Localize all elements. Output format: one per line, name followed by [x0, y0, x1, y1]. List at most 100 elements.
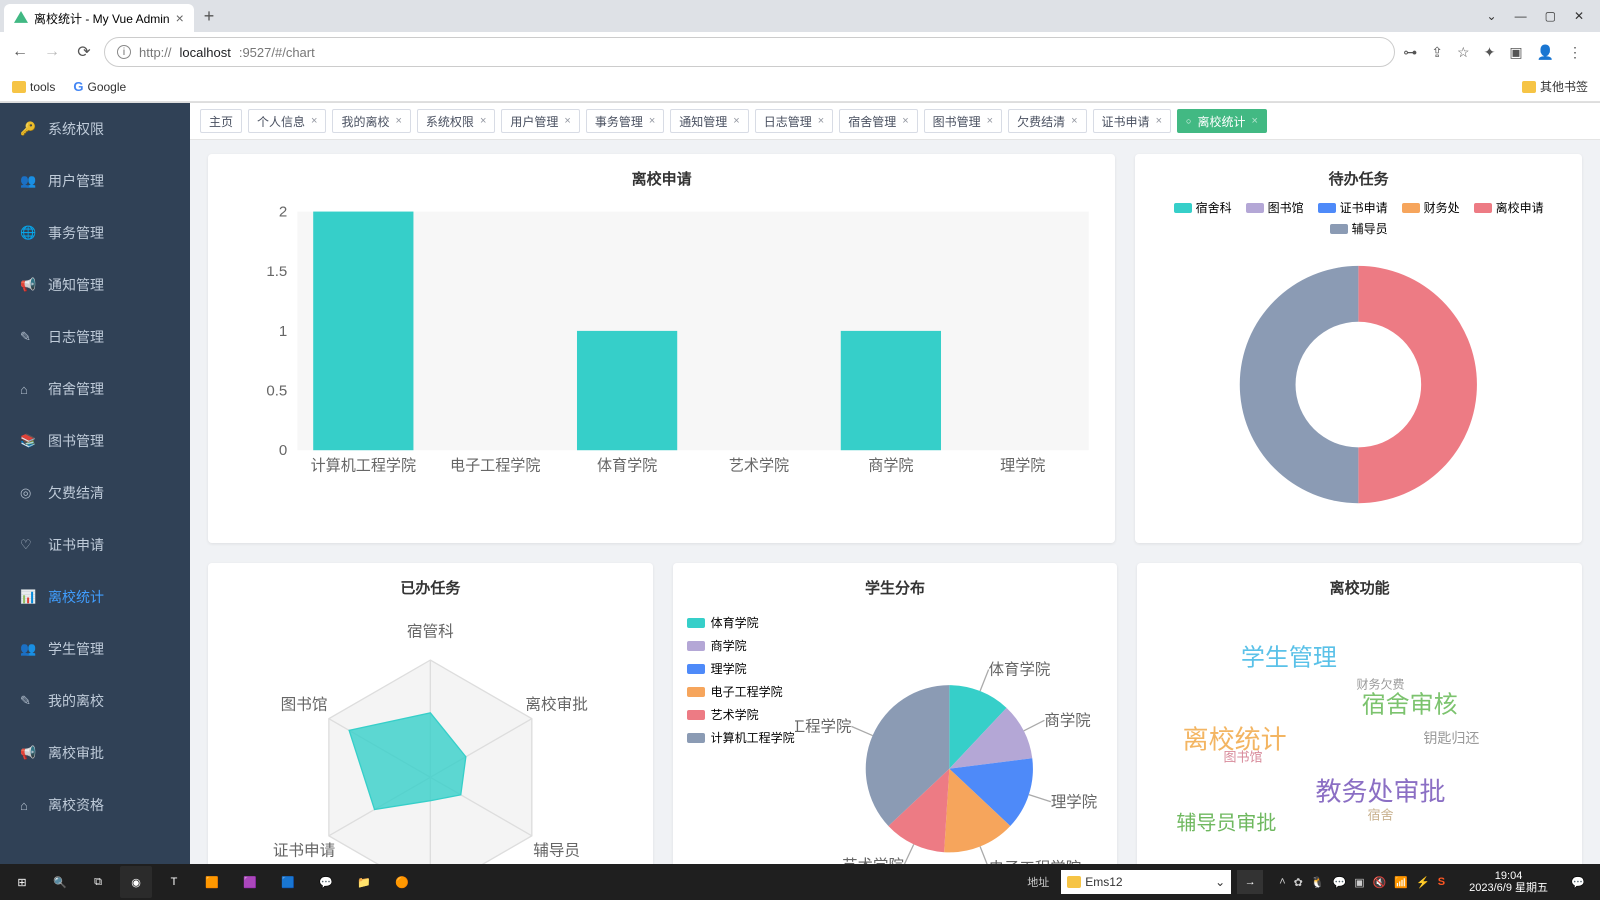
- legend-item[interactable]: 商学院: [687, 637, 795, 654]
- close-icon[interactable]: ✕: [1574, 9, 1584, 23]
- browser-tab[interactable]: 离校统计 - My Vue Admin ×: [4, 4, 194, 32]
- sidebar-item[interactable]: ✎我的离校: [0, 675, 190, 727]
- taskbar-addr-input[interactable]: Ems12 ⌄: [1061, 870, 1231, 894]
- page-tab[interactable]: 欠费结清×: [1008, 109, 1086, 133]
- sidebar-item[interactable]: 📊离校统计: [0, 571, 190, 623]
- chevron-up-icon[interactable]: ˄: [1279, 876, 1285, 888]
- system-tray[interactable]: ˄ ✿ 🐧 💬 ▣ 🔇 📶 ⚡ S: [1269, 876, 1455, 889]
- app-icon[interactable]: 🟦: [272, 866, 304, 898]
- legend-item[interactable]: 辅导员: [1330, 220, 1388, 237]
- wifi-icon[interactable]: 📶: [1394, 876, 1408, 889]
- share-icon[interactable]: ⇪: [1431, 44, 1443, 61]
- tray-icon[interactable]: ⚡: [1416, 876, 1430, 889]
- page-tab[interactable]: 事务管理×: [586, 109, 664, 133]
- app-icon[interactable]: 🟧: [196, 866, 228, 898]
- sidebar-item[interactable]: ✎日志管理: [0, 311, 190, 363]
- tab-close-icon[interactable]: ×: [987, 115, 993, 127]
- taskbar-clock[interactable]: 19:04 2023/6/9 星期五: [1461, 870, 1556, 894]
- legend-item[interactable]: 宿舍科: [1174, 199, 1232, 216]
- sidebar-item[interactable]: 🔑系统权限: [0, 103, 190, 155]
- dropdown-icon[interactable]: ⌄: [1487, 9, 1497, 23]
- sidebar-item[interactable]: 👥学生管理: [0, 623, 190, 675]
- sidebar-item[interactable]: ⌂宿舍管理: [0, 363, 190, 415]
- legend-item[interactable]: 财务处: [1402, 199, 1460, 216]
- reload-button[interactable]: ⟳: [72, 42, 96, 62]
- page-tab[interactable]: 系统权限×: [417, 109, 495, 133]
- bookmark-other[interactable]: 其他书签: [1522, 78, 1588, 95]
- bookmark-tools[interactable]: tools: [12, 80, 55, 94]
- legend-item[interactable]: 体育学院: [687, 614, 795, 631]
- page-tab[interactable]: 离校统计×: [1177, 109, 1267, 133]
- page-tab[interactable]: 证书申请×: [1093, 109, 1171, 133]
- new-tab-button[interactable]: +: [194, 6, 225, 27]
- page-tab[interactable]: 用户管理×: [501, 109, 579, 133]
- tab-close-icon[interactable]: ×: [902, 115, 908, 127]
- legend-item[interactable]: 离校申请: [1474, 199, 1544, 216]
- tab-close-icon[interactable]: ×: [480, 115, 486, 127]
- url-field[interactable]: i http://localhost:9527/#/chart: [104, 37, 1395, 67]
- tab-close-icon[interactable]: ×: [1156, 115, 1162, 127]
- tray-icon[interactable]: ▣: [1354, 876, 1364, 889]
- app-icon[interactable]: 🟠: [386, 866, 418, 898]
- tray-icon[interactable]: 🐧: [1311, 876, 1325, 889]
- tab-close-icon[interactable]: ×: [564, 115, 570, 127]
- app-icon[interactable]: 🟪: [234, 866, 266, 898]
- tab-close-icon[interactable]: ×: [176, 10, 184, 26]
- tray-icon[interactable]: ✿: [1294, 876, 1303, 889]
- sidebar-item[interactable]: ♡证书申请: [0, 519, 190, 571]
- tab-close-icon[interactable]: ×: [733, 115, 739, 127]
- sidebar-item[interactable]: ◎欠费结清: [0, 467, 190, 519]
- page-tab[interactable]: 日志管理×: [755, 109, 833, 133]
- profile-icon[interactable]: 👤: [1537, 44, 1554, 61]
- page-tab[interactable]: 个人信息×: [248, 109, 326, 133]
- forward-button[interactable]: →: [40, 43, 64, 61]
- legend-item[interactable]: 图书馆: [1246, 199, 1304, 216]
- sidebar-item[interactable]: 📢通知管理: [0, 259, 190, 311]
- page-tab[interactable]: 通知管理×: [670, 109, 748, 133]
- sidebar[interactable]: 🔑系统权限👥用户管理🌐事务管理📢通知管理✎日志管理⌂宿舍管理📚图书管理◎欠费结清…: [0, 103, 190, 881]
- minimize-icon[interactable]: —: [1515, 9, 1527, 23]
- sidebar-item[interactable]: 📢离校审批: [0, 727, 190, 779]
- legend-item[interactable]: 计算机工程学院: [687, 729, 795, 746]
- tray-icon[interactable]: 💬: [1333, 876, 1347, 889]
- sidepanel-icon[interactable]: ▣: [1509, 44, 1522, 61]
- page-tab[interactable]: 图书管理×: [924, 109, 1002, 133]
- extensions-icon[interactable]: ✦: [1484, 44, 1496, 61]
- page-tab[interactable]: 宿舍管理×: [839, 109, 917, 133]
- bookmark-google[interactable]: GGoogle: [73, 79, 126, 94]
- chevron-down-icon[interactable]: ⌄: [1215, 875, 1225, 889]
- notifications-icon[interactable]: 💬: [1562, 866, 1594, 898]
- site-info-icon[interactable]: i: [117, 45, 131, 59]
- sidebar-item[interactable]: ⌂离校资格: [0, 779, 190, 831]
- maximize-icon[interactable]: ▢: [1545, 9, 1556, 23]
- page-tab[interactable]: 主页: [200, 109, 242, 133]
- sidebar-item[interactable]: 👥用户管理: [0, 155, 190, 207]
- explorer-icon[interactable]: 📁: [348, 866, 380, 898]
- tab-close-icon[interactable]: ×: [818, 115, 824, 127]
- app-icon[interactable]: T: [158, 866, 190, 898]
- legend-item[interactable]: 证书申请: [1318, 199, 1388, 216]
- tab-close-icon[interactable]: ×: [649, 115, 655, 127]
- tab-close-icon[interactable]: ×: [311, 115, 317, 127]
- legend-item[interactable]: 电子工程学院: [687, 683, 795, 700]
- page-tab[interactable]: 我的离校×: [332, 109, 410, 133]
- volume-icon[interactable]: 🔇: [1373, 876, 1387, 889]
- search-icon[interactable]: 🔍: [44, 866, 76, 898]
- legend-item[interactable]: 理学院: [687, 660, 795, 677]
- taskview-icon[interactable]: ⧉: [82, 866, 114, 898]
- start-button[interactable]: ⊞: [6, 866, 38, 898]
- chrome-icon[interactable]: ◉: [120, 866, 152, 898]
- wechat-icon[interactable]: 💬: [310, 866, 342, 898]
- tab-close-icon[interactable]: ×: [1071, 115, 1077, 127]
- tab-close-icon[interactable]: ×: [395, 115, 401, 127]
- sidebar-item[interactable]: 🌐事务管理: [0, 207, 190, 259]
- menu-icon[interactable]: ⋮: [1568, 44, 1582, 61]
- content-area[interactable]: 离校申请 00.511.52计算机工程学院电子工程学院体育学院艺术学院商学院理学…: [190, 140, 1600, 881]
- sidebar-item[interactable]: 📚图书管理: [0, 415, 190, 467]
- back-button[interactable]: ←: [8, 43, 32, 61]
- star-icon[interactable]: ☆: [1457, 44, 1470, 61]
- password-icon[interactable]: ⊶: [1403, 44, 1417, 61]
- taskbar-go-button[interactable]: →: [1237, 870, 1263, 894]
- tab-close-icon[interactable]: ×: [1251, 115, 1257, 127]
- legend-item[interactable]: 艺术学院: [687, 706, 795, 723]
